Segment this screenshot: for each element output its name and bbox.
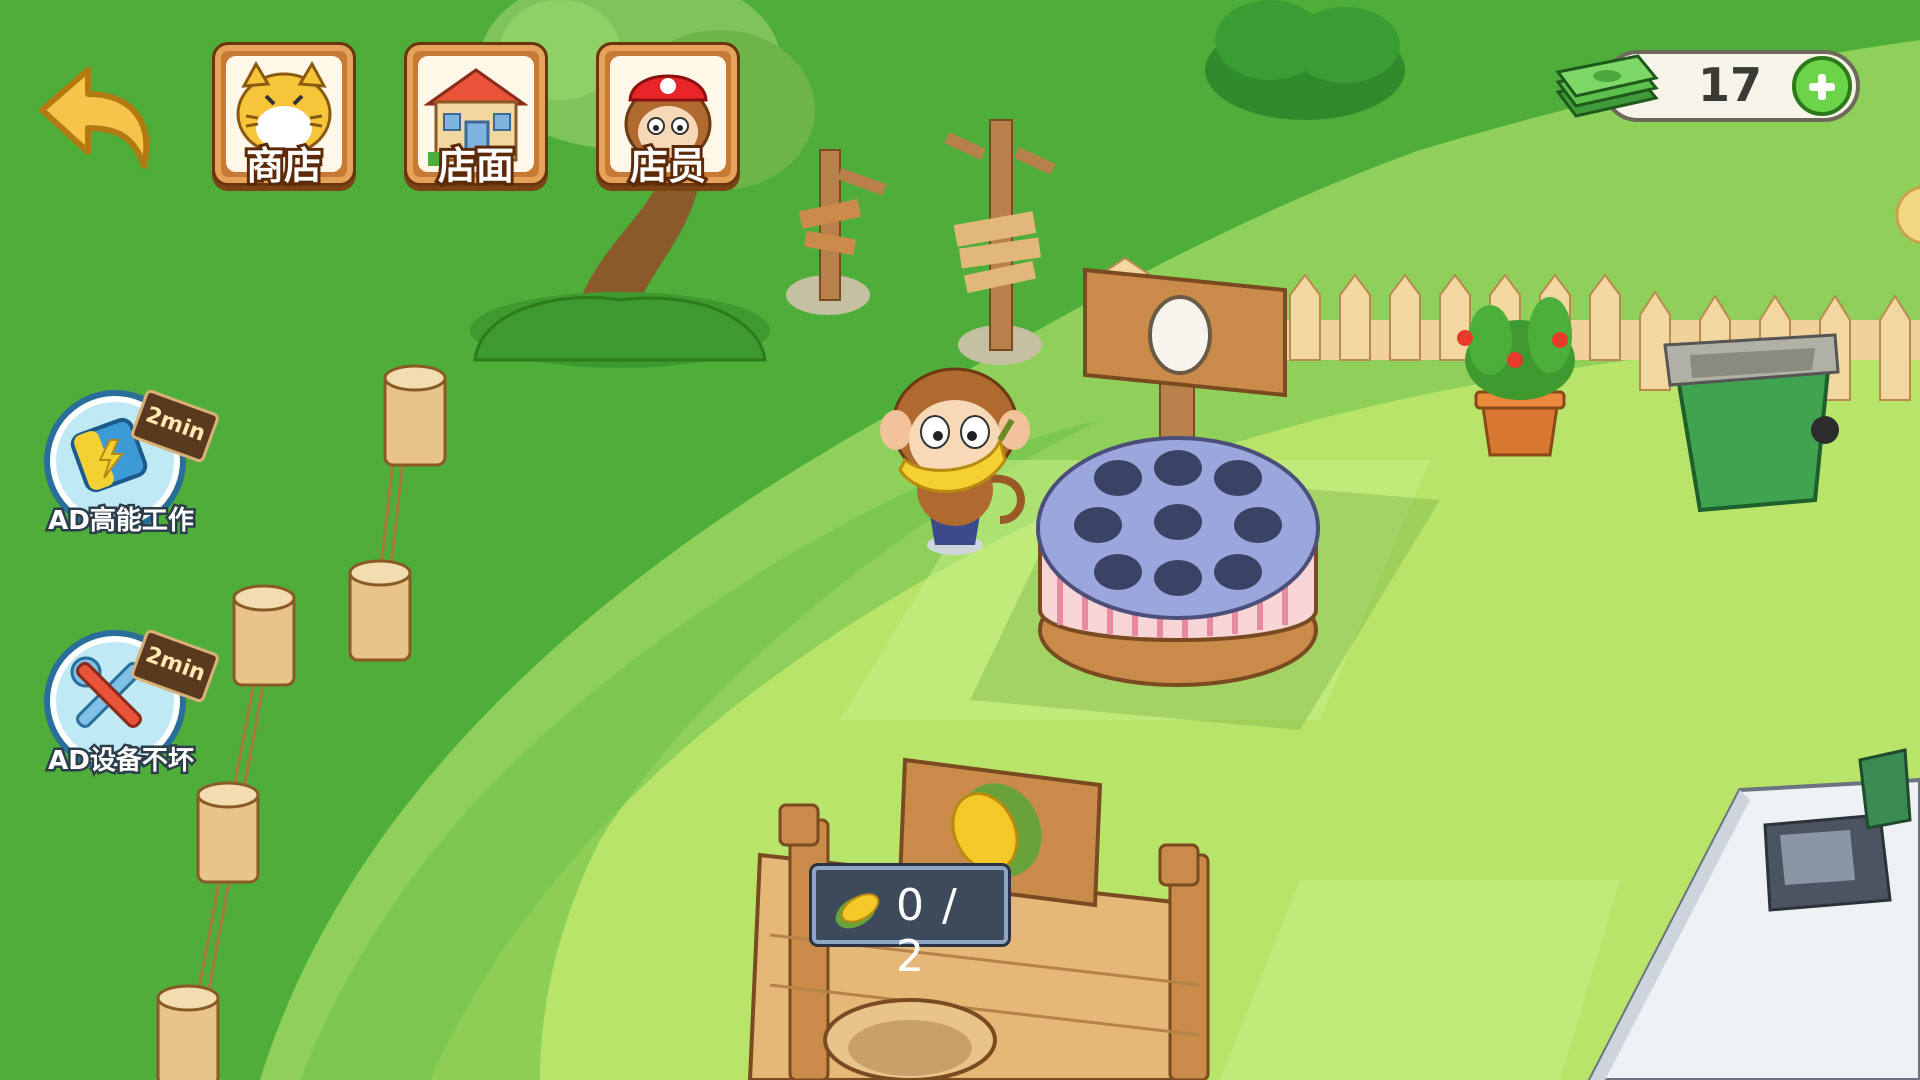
corn-icon: [835, 893, 880, 929]
storefront-button-label: 店面: [435, 141, 517, 191]
staff-button-label: 店员: [627, 141, 709, 191]
ad-boost-work-label: AD高能工作: [46, 504, 197, 539]
shop-button[interactable]: 商店: [212, 42, 356, 191]
currency-display: 17: [1552, 40, 1864, 132]
add-currency-button[interactable]: [1792, 56, 1852, 116]
ad-boost-durability-button[interactable]: 2min AD设备不坏: [36, 622, 221, 792]
staff-button[interactable]: 店员: [596, 42, 740, 191]
back-arrow-icon: [39, 67, 150, 169]
ad-boost-durability-label: AD设备不坏: [46, 744, 197, 779]
cash-stack-icon: [1555, 54, 1659, 118]
cooking-machine: [1036, 436, 1320, 687]
storefront-button[interactable]: 店面: [404, 42, 548, 191]
ad-boost-work-button[interactable]: 2min AD高能工作: [36, 382, 221, 552]
bush: [1205, 0, 1405, 120]
currency-value: 17: [1697, 58, 1762, 112]
shop-button-label: 商店: [243, 141, 325, 191]
station-progress: 0 / 2: [812, 866, 1008, 982]
station-progress-text: 0 / 2: [896, 880, 959, 982]
back-button[interactable]: [30, 56, 160, 176]
game-stage: 商店 店面 店员 17 2min AD高能工作 2min AD设备不坏 0 / …: [0, 0, 1920, 1080]
